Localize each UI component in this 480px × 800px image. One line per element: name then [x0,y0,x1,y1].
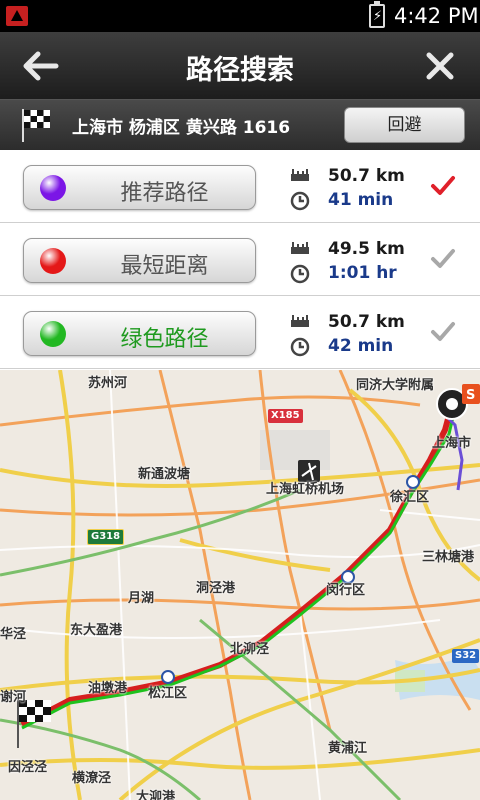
battery-charging-icon: ⚡ [369,1,385,28]
route-color-dot [40,321,66,347]
map-label: 北泖泾 [230,642,270,657]
checkmark-icon [431,176,455,195]
avoid-button[interactable]: 回避 [344,107,465,143]
map-label: 洞泾港 [196,581,236,596]
route-duration: 1:01 hr [328,263,397,283]
status-time: 4:42 PM [394,4,479,28]
status-bar: ⚡ 4:42 PM [0,0,480,32]
route-label: 推荐路径 [120,181,209,206]
map-label: 油墩港 [88,681,128,696]
checkered-flag-icon [22,109,50,142]
map-label: 因泾泾 [8,760,48,775]
clock-icon [290,264,310,284]
map-label: 月湖 [128,591,155,606]
distance-icon [291,315,309,327]
route-label: 绿色路径 [120,327,209,352]
map-label: 同济大学附属 [356,378,435,393]
route-option-green[interactable]: 绿色路径 50.7 km 42 min [0,296,480,369]
page-title: 路径搜索 [186,55,294,86]
map-label: 华泾 [0,627,27,642]
destination-bar: 上海市 杨浦区 黄兴路 1616 回避 [0,100,480,150]
route-button[interactable]: 推荐路径 [23,165,256,210]
route-color-dot [40,248,66,274]
close-icon[interactable] [420,46,460,86]
route-color-dot [40,175,66,201]
map-label: 上海市 [432,436,472,451]
road-shield-x185: X185 [268,409,303,423]
map-label: 徐汇区 [390,490,430,505]
map-label: 闵行区 [326,583,366,598]
notification-icon [6,6,28,26]
route-list: 推荐路径 50.7 km 41 min 最短距离 49.5 km 1:01 hr… [0,150,480,370]
route-duration: 41 min [328,190,394,210]
destination-address: 上海市 杨浦区 黄兴路 1616 [72,118,291,138]
map-label: 松江区 [148,686,188,701]
distance-icon [291,169,309,181]
map-label: 三林塘港 [422,550,475,565]
map-label: 上海虹桥机场 [266,482,345,497]
route-distance: 50.7 km [328,166,405,186]
route-duration: 42 min [328,336,394,356]
map-label: 横潦泾 [72,771,112,786]
road-shield-g318: G318 [87,529,125,545]
title-bar: 路径搜索 [0,32,480,100]
route-button[interactable]: 绿色路径 [23,311,256,356]
checkmark-icon [431,249,455,268]
map-label: 大泖港 [136,790,176,800]
map-label: 谢河 [0,690,27,705]
route-distance: 50.7 km [328,312,405,332]
clock-icon [290,337,310,357]
route-button[interactable]: 最短距离 [23,238,256,283]
route-map[interactable]: S 苏州河 同济大学附属 上海市 新通波塘 上海虹桥机场 徐汇区 三林塘港 洞泾… [0,370,480,800]
svg-text:S: S [466,388,475,403]
route-distance: 49.5 km [328,239,405,259]
road-shield-s32: S32 [452,649,480,663]
map-label: 东大盈港 [70,623,123,638]
clock-icon [290,191,310,211]
map-label: 黄浦江 [328,741,368,756]
destination-pin-icon: S [436,384,480,420]
distance-icon [291,242,309,254]
map-canvas: S [0,370,480,800]
map-label: 苏州河 [88,376,128,391]
checkmark-icon [431,322,455,341]
route-label: 最短距离 [120,254,209,279]
route-option-recommended[interactable]: 推荐路径 50.7 km 41 min [0,150,480,223]
map-label: 新通波塘 [138,467,191,482]
route-option-shortest[interactable]: 最短距离 49.5 km 1:01 hr [0,223,480,296]
